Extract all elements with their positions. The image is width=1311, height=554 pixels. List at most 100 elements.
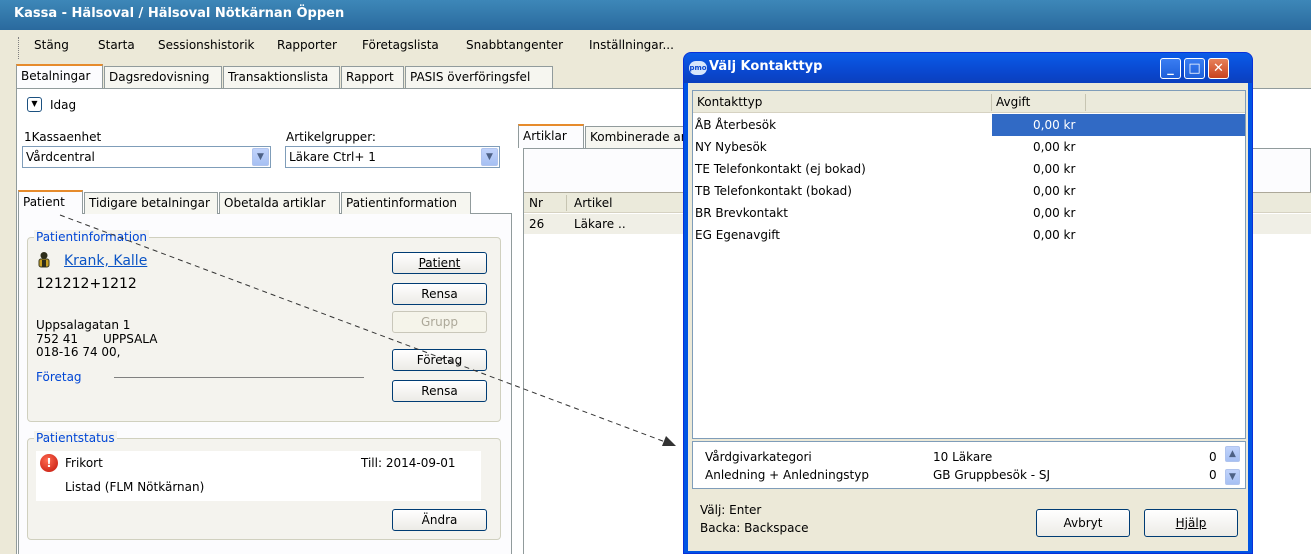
menu-stang[interactable]: Stäng — [34, 38, 69, 52]
valj-kontakttyp-dialog: pmo Välj Kontakttyp _ □ ✕ Kontakttyp Avg… — [683, 52, 1253, 554]
close-icon[interactable]: ✕ — [1208, 58, 1229, 79]
row-avgift: 0,00 kr — [1033, 140, 1076, 154]
col-divider — [566, 195, 567, 211]
menu-starta[interactable]: Starta — [98, 38, 135, 52]
artikelgrupper-select[interactable]: Läkare Ctrl+ 1 ▼ — [285, 146, 500, 168]
kassaenhet-select[interactable]: Vårdcentral ▼ — [22, 146, 271, 168]
foretag-divider — [114, 377, 364, 378]
frikort-label: Frikort — [65, 456, 103, 470]
andra-button[interactable]: Ändra — [392, 509, 487, 531]
list-item[interactable]: TE Telefonkontakt (ej bokad) 0,00 kr — [693, 158, 1245, 180]
row-kontakttyp: TE Telefonkontakt (ej bokad) — [695, 162, 866, 176]
vardgivarkategori-label: Vårdgivarkategori — [705, 450, 812, 464]
tab-tidigare-betalningar[interactable]: Tidigare betalningar — [84, 192, 218, 214]
patient-name-link[interactable]: Krank, Kalle — [64, 253, 147, 269]
menu-sessionshistorik[interactable]: Sessionshistorik — [158, 38, 255, 52]
dialog-title: Välj Kontakttyp — [709, 59, 823, 74]
person-icon — [36, 251, 52, 269]
avbryt-button[interactable]: Avbryt — [1036, 509, 1130, 537]
menu-snabbtangenter[interactable]: Snabbtangenter — [466, 38, 563, 52]
tab-patientinformation[interactable]: Patientinformation — [341, 192, 471, 214]
list-item[interactable]: EG Egenavgift 0,00 kr — [693, 224, 1245, 246]
grupp-button: Grupp — [392, 311, 487, 333]
valj-hint: Välj: Enter — [700, 503, 762, 517]
listad-label: Listad (FLM Nötkärnan) — [65, 480, 205, 494]
patientinformation-legend: Patientinformation — [34, 230, 150, 244]
col-header-nr[interactable]: Nr — [529, 196, 543, 210]
dialog-body: Kontakttyp Avgift ÅB Återbesök 0,00 kr N… — [688, 83, 1248, 551]
tab-patient[interactable]: Patient — [18, 190, 83, 214]
foretag-button[interactable]: Företag — [392, 349, 487, 371]
row-avgift: 0,00 kr — [1033, 206, 1076, 220]
col-header-avgift[interactable]: Avgift — [996, 95, 1030, 109]
tab-pasis[interactable]: PASIS överföringsfel — [405, 66, 553, 88]
anledning-count: 0 — [1209, 468, 1217, 482]
row-artikel: Läkare .. — [574, 217, 626, 231]
col-divider — [991, 94, 992, 111]
patientstatus-legend: Patientstatus — [34, 431, 117, 445]
idag-label: Idag — [50, 98, 77, 112]
window-title: Kassa - Hälsoval / Hälsoval Nötkärnan Öp… — [14, 6, 345, 21]
artikelgrupper-label: Artikelgrupper: — [286, 130, 376, 144]
row-nr: 26 — [529, 217, 545, 231]
scroll-down-icon[interactable]: ▼ — [1225, 469, 1240, 485]
postnr: 752 41 — [36, 332, 78, 346]
anledning-value: GB Gruppbesök - SJ — [933, 468, 1051, 482]
row-avgift: 0,00 kr — [1033, 162, 1076, 176]
menu-foretagslista[interactable]: Företagslista — [362, 38, 439, 52]
menu-installningar[interactable]: Inställningar... — [589, 38, 674, 52]
tab-artiklar[interactable]: Artiklar — [518, 124, 584, 148]
chevron-down-icon[interactable]: ▼ — [252, 148, 269, 166]
scroll-up-icon[interactable]: ▲ — [1225, 446, 1240, 462]
tab-dagsredovisning[interactable]: Dagsredovisning — [104, 66, 222, 88]
list-item[interactable]: ÅB Återbesök 0,00 kr — [693, 114, 1245, 136]
rensa-patient-button[interactable]: Rensa — [392, 283, 487, 305]
patient-button[interactable]: Patient — [392, 252, 487, 274]
row-kontakttyp: ÅB Återbesök — [695, 118, 777, 132]
pmo-app-icon: pmo — [689, 61, 707, 75]
foretag-label: Företag — [36, 370, 82, 384]
row-kontakttyp: EG Egenavgift — [695, 228, 781, 242]
rensa-foretag-button[interactable]: Rensa — [392, 380, 487, 402]
row-avgift: 0,00 kr — [1033, 228, 1076, 242]
tab-transaktionslista[interactable]: Transaktionslista — [223, 66, 340, 88]
list-header — [693, 91, 1245, 113]
backa-hint: Backa: Backspace — [700, 521, 809, 535]
kategori-list: Vårdgivarkategori 10 Läkare 0 Anledning … — [692, 441, 1246, 489]
list-item[interactable]: TB Telefonkontakt (bokad) 0,00 kr — [693, 180, 1245, 202]
anledning-label: Anledning + Anledningstyp — [705, 468, 869, 482]
vardgivarkategori-value: 10 Läkare — [933, 450, 993, 464]
warning-icon: ! — [40, 454, 58, 472]
selection-highlight — [992, 114, 1245, 136]
vardgivarkategori-count: 0 — [1209, 450, 1217, 464]
kontakttyp-list: Kontakttyp Avgift ÅB Återbesök 0,00 kr N… — [692, 90, 1246, 439]
dialog-title-bar: pmo Välj Kontakttyp _ □ ✕ — [684, 53, 1252, 83]
row-kontakttyp: NY Nybesök — [695, 140, 767, 154]
hjalp-button[interactable]: Hjälp — [1144, 509, 1238, 537]
chevron-down-icon[interactable]: ▼ — [481, 148, 498, 166]
row-kontakttyp: BR Brevkontakt — [695, 206, 788, 220]
row-kontakttyp: TB Telefonkontakt (bokad) — [695, 184, 852, 198]
personnummer: 121212+1212 — [36, 276, 137, 292]
collapse-toggle-icon[interactable]: ▼ — [27, 97, 42, 112]
tab-kombinerade[interactable]: Kombinerade ar — [585, 126, 695, 148]
tab-betalningar[interactable]: Betalningar — [16, 64, 103, 88]
title-bar: Kassa - Hälsoval / Hälsoval Nötkärnan Öp… — [0, 0, 1311, 30]
tab-obetalda-artiklar[interactable]: Obetalda artiklar — [219, 192, 340, 214]
menu-rapporter[interactable]: Rapporter — [277, 38, 337, 52]
menu-grip — [18, 37, 21, 59]
list-item[interactable]: NY Nybesök 0,00 kr — [693, 136, 1245, 158]
frikort-till: Till: 2014-09-01 — [361, 456, 456, 470]
col-header-kontakttyp[interactable]: Kontakttyp — [697, 95, 762, 109]
kassaenhet-value: Vårdcentral — [26, 150, 95, 164]
row-avgift: 0,00 kr — [1033, 184, 1076, 198]
col-header-artikel[interactable]: Artikel — [574, 196, 612, 210]
artikelgrupper-value: Läkare Ctrl+ 1 — [289, 150, 376, 164]
col-divider — [1085, 94, 1086, 111]
address: Uppsalagatan 1 — [36, 318, 131, 332]
minimize-icon[interactable]: _ — [1160, 58, 1181, 79]
phone: 018-16 74 00, — [36, 345, 121, 359]
tab-rapport[interactable]: Rapport — [341, 66, 404, 88]
list-item[interactable]: BR Brevkontakt 0,00 kr — [693, 202, 1245, 224]
maximize-icon[interactable]: □ — [1184, 58, 1205, 79]
